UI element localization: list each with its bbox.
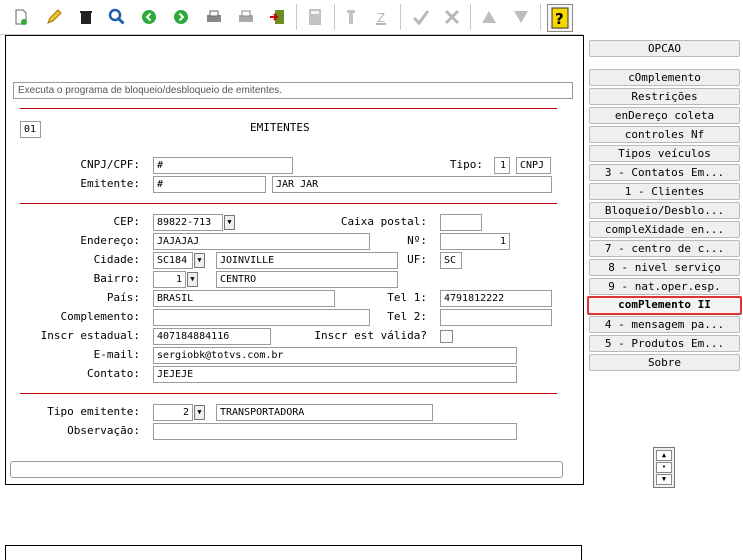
cnpj-label: CNPJ/CPF: — [80, 158, 140, 171]
emitente-label: Emitente: — [80, 177, 140, 190]
complemento-label: Complemento: — [60, 310, 140, 323]
tel2-label: Tel 2: — [387, 310, 427, 323]
tipo-code-field[interactable]: 1 — [494, 157, 510, 174]
cidade-lookup-icon[interactable]: ▼ — [194, 253, 205, 268]
menu-item-complemento[interactable]: cOmplemento — [589, 69, 740, 86]
check-icon[interactable] — [410, 6, 432, 28]
tipo-emitente-label: Tipo emitente: — [47, 405, 140, 418]
menu-item-restricoes[interactable]: Restrições — [589, 88, 740, 105]
down-icon[interactable] — [510, 6, 532, 28]
next-icon[interactable] — [170, 6, 192, 28]
print-preview-icon[interactable] — [235, 6, 257, 28]
contato-field[interactable]: JEJEJE — [153, 366, 517, 383]
tel1-field[interactable]: 4791812222 — [440, 290, 552, 307]
message-bar: Executa o programa de bloqueio/desbloque… — [13, 82, 573, 99]
divider — [20, 393, 557, 394]
program-code: 01 — [20, 121, 41, 138]
menu-item-contatos[interactable]: 3 - Contatos Em... — [589, 164, 740, 181]
caixa-postal-field[interactable] — [440, 214, 482, 231]
menu-item-nivel-servico[interactable]: 8 - nivel serviço — [589, 259, 740, 276]
bairro-name-field: CENTRO — [216, 271, 398, 288]
bairro-code-field[interactable]: 1 — [153, 271, 186, 288]
up-icon[interactable] — [478, 6, 500, 28]
scroll-middle-icon[interactable]: • — [656, 462, 672, 473]
toolbar: Z ? — [0, 0, 583, 35]
menu-item-produtos[interactable]: 5 - Produtos Em... — [589, 335, 740, 352]
svg-text:Z: Z — [377, 11, 385, 25]
numero-label: Nº: — [407, 234, 427, 247]
delete-icon[interactable] — [75, 6, 97, 28]
cancel-icon[interactable] — [441, 6, 463, 28]
tel1-label: Tel 1: — [387, 291, 427, 304]
observacao-label: Observação: — [67, 424, 140, 437]
tipo-desc-field: CNPJ — [516, 157, 551, 174]
inscricao-valida-label: Inscr est válida? — [314, 329, 427, 342]
emitente-code-field[interactable]: # — [153, 176, 266, 193]
cidade-code-field[interactable]: SC184 — [153, 252, 193, 269]
endereco-field[interactable]: JAJAJAJ — [153, 233, 370, 250]
previous-icon[interactable] — [138, 6, 160, 28]
menu-item-endereco-coleta[interactable]: enDereço coleta — [589, 107, 740, 124]
cidade-label: Cidade: — [93, 253, 140, 266]
tipo-emitente-lookup-icon[interactable]: ▼ — [194, 405, 205, 420]
tipo-emitente-code-field[interactable]: 2 — [153, 404, 193, 421]
tel2-field[interactable] — [440, 309, 552, 326]
bairro-label: Bairro: — [93, 272, 140, 285]
menu-item-clientes[interactable]: 1 - Clientes — [589, 183, 740, 200]
inscricao-valida-checkbox[interactable] — [440, 330, 453, 343]
help-icon[interactable]: ? — [547, 4, 573, 32]
menu-item-mensagem[interactable]: 4 - mensagem pa... — [589, 316, 740, 333]
tools-icon[interactable] — [340, 6, 362, 28]
menu-item-complexidade[interactable]: compleXidade en... — [589, 221, 740, 238]
uf-field[interactable]: SC — [440, 252, 462, 269]
caixa-postal-label: Caixa postal: — [340, 215, 427, 228]
divider — [20, 108, 557, 109]
bairro-lookup-icon[interactable]: ▼ — [187, 272, 198, 287]
cep-label: CEP: — [113, 215, 141, 228]
menu-scroller: ▲ • ▼ — [653, 447, 675, 488]
pais-label: País: — [106, 291, 140, 304]
svg-text:?: ? — [555, 10, 564, 28]
menu-item-complemento-ii[interactable]: comPlemento II — [587, 296, 742, 315]
email-field[interactable]: sergiobk@totvs.com.br — [153, 347, 517, 364]
inscricao-estadual-field[interactable]: 407184884116 — [153, 328, 271, 345]
cep-field[interactable]: 89822-713 — [153, 214, 223, 231]
scroll-down-icon[interactable]: ▼ — [656, 474, 672, 485]
menu-item-centro-custo[interactable]: 7 - centro de c... — [589, 240, 740, 257]
menu-item-bloqueio[interactable]: Bloqueio/Desblo... — [589, 202, 740, 219]
menu-item-tipos-veiculos[interactable]: Tipos veículos — [589, 145, 740, 162]
tipo-label: Tipo: — [449, 158, 483, 171]
edit-icon[interactable] — [43, 6, 65, 28]
observacao-field[interactable] — [153, 423, 517, 440]
numero-field[interactable]: 1 — [440, 233, 510, 250]
endereco-label: Endereço: — [80, 234, 140, 247]
emitente-name-field[interactable]: JAR JAR — [272, 176, 552, 193]
divider — [20, 203, 557, 204]
menu-item-sobre[interactable]: Sobre — [589, 354, 740, 371]
cep-lookup-icon[interactable]: ▼ — [224, 215, 235, 230]
cnpj-field[interactable]: # — [153, 157, 293, 174]
email-label: E-mail: — [93, 348, 140, 361]
tipo-emitente-desc-field: TRANSPORTADORA — [216, 404, 433, 421]
print-icon[interactable] — [203, 6, 225, 28]
pais-field[interactable]: BRASIL — [153, 290, 335, 307]
inscricao-estadual-label: Inscr estadual: — [40, 329, 140, 342]
opcao-header: OPCAO — [589, 40, 740, 57]
new-document-icon[interactable] — [10, 6, 32, 28]
uf-label: UF: — [407, 253, 427, 266]
search-icon[interactable] — [106, 6, 128, 28]
complemento-field[interactable] — [153, 309, 370, 326]
menu-item-nat-oper[interactable]: 9 - nat.oper.esp. — [589, 278, 740, 295]
menu-item-controles-nf[interactable]: controles Nf — [589, 126, 740, 143]
contato-label: Contato: — [87, 367, 140, 380]
status-field — [10, 461, 563, 478]
calculator-icon[interactable] — [304, 6, 326, 28]
status-bar — [5, 545, 582, 560]
export-icon[interactable] — [266, 6, 288, 28]
sort-icon[interactable]: Z — [370, 6, 392, 28]
cidade-name-field: JOINVILLE — [216, 252, 398, 269]
page-title: EMITENTES — [250, 121, 310, 134]
scroll-up-icon[interactable]: ▲ — [656, 450, 672, 461]
